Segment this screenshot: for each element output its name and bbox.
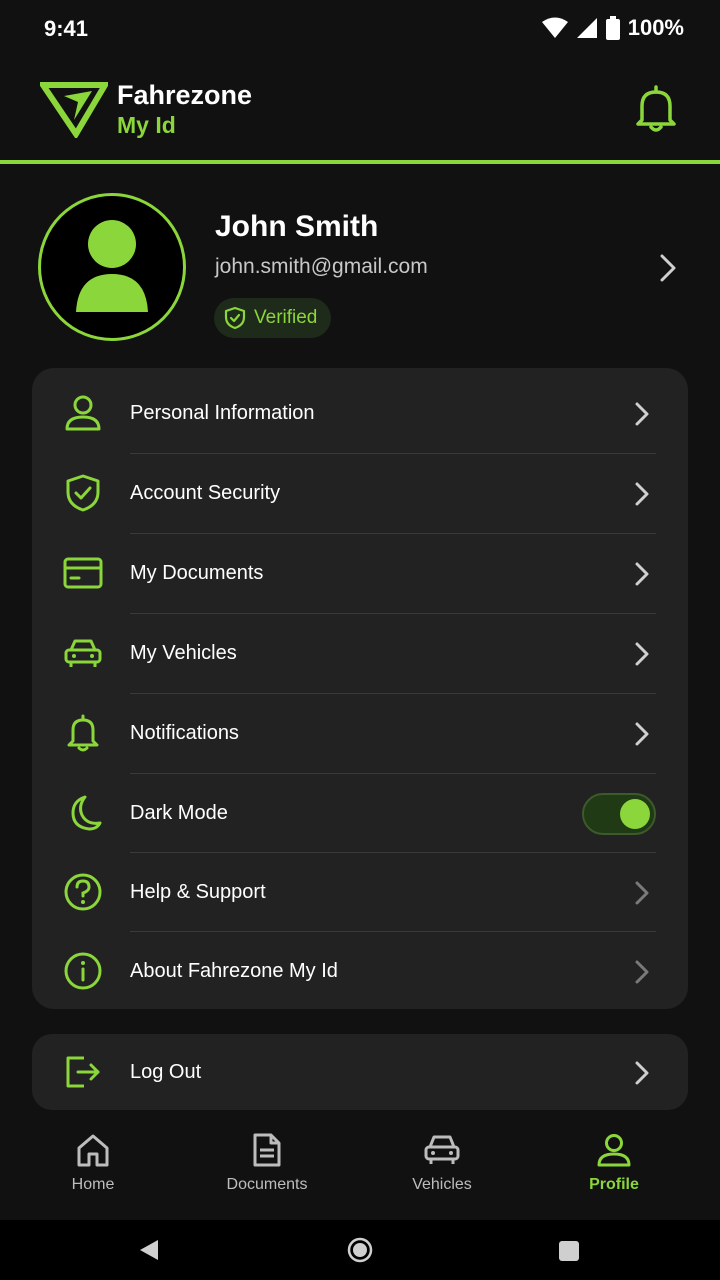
- profile-name: John Smith: [215, 210, 379, 243]
- user-icon: [597, 1134, 631, 1167]
- info-icon: [64, 952, 102, 990]
- user-icon: [65, 395, 101, 431]
- menu-item-label: Help & Support: [130, 881, 266, 903]
- status-indicators: 100%: [541, 14, 684, 42]
- user-avatar-icon: [76, 220, 148, 312]
- nav-home[interactable]: Home: [23, 1132, 163, 1212]
- recent-apps-icon[interactable]: [558, 1240, 580, 1262]
- system-navigation-bar: [0, 1220, 720, 1280]
- avatar[interactable]: [38, 193, 186, 341]
- chevron-right-icon: [635, 881, 649, 905]
- chevron-right-icon: [635, 482, 649, 506]
- chevron-right-icon: [635, 402, 649, 426]
- nav-profile[interactable]: Profile: [544, 1132, 684, 1212]
- menu-item-label: My Vehicles: [130, 642, 237, 664]
- nav-documents[interactable]: Documents: [197, 1132, 337, 1212]
- bottom-navigation: Home Documents Vehicles Profile: [0, 1120, 720, 1220]
- menu-item-dark-mode: Dark Mode: [32, 773, 688, 853]
- back-icon[interactable]: [138, 1238, 160, 1262]
- settings-menu: Personal Information Account Security My…: [32, 368, 688, 1009]
- card-icon: [63, 557, 103, 589]
- menu-item-account-security[interactable]: Account Security: [32, 453, 688, 533]
- app-header: Fahrezone My Id: [0, 56, 720, 162]
- battery-percent: 100%: [627, 15, 684, 40]
- chevron-right-icon: [635, 642, 649, 666]
- brand-title: Fahrezone: [117, 80, 253, 110]
- menu-item-label: Personal Information: [130, 402, 315, 424]
- chevron-right-icon[interactable]: [654, 252, 682, 284]
- header-divider: [0, 160, 720, 164]
- menu-item-personal-information[interactable]: Personal Information: [32, 373, 688, 453]
- car-icon: [64, 639, 102, 667]
- nav-vehicles[interactable]: Vehicles: [372, 1132, 512, 1212]
- brand-subtitle: My Id: [117, 112, 176, 138]
- chevron-right-icon: [635, 562, 649, 586]
- menu-item-notifications[interactable]: Notifications: [32, 693, 688, 773]
- document-icon: [253, 1133, 281, 1167]
- menu-item-my-vehicles[interactable]: My Vehicles: [32, 613, 688, 693]
- chevron-right-icon: [635, 1061, 649, 1085]
- menu-item-label: Notifications: [130, 722, 239, 744]
- menu-item-label: My Documents: [130, 562, 264, 584]
- nav-label: Home: [71, 1176, 115, 1193]
- profile-screen: 9:41 100% Fahrezone My Id John Smith joh…: [0, 0, 720, 1280]
- menu-item-help-support[interactable]: Help & Support: [32, 852, 688, 932]
- car-icon: [424, 1135, 460, 1164]
- bell-icon[interactable]: [630, 82, 682, 134]
- menu-item-label: About Fahrezone My Id: [130, 960, 338, 982]
- status-bar: 9:41 100%: [0, 0, 720, 56]
- moon-icon: [71, 795, 102, 831]
- verified-badge: Verified: [214, 298, 332, 338]
- menu-item-about[interactable]: About Fahrezone My Id: [32, 931, 688, 1011]
- shield-check-icon: [224, 306, 246, 330]
- menu-item-label: Account Security: [130, 482, 281, 504]
- dark-mode-toggle[interactable]: [582, 793, 656, 835]
- shield-check-icon: [66, 474, 100, 512]
- logout-label: Log Out: [130, 1061, 202, 1083]
- fahrezone-logo-icon: [40, 82, 108, 138]
- help-icon: [64, 873, 102, 911]
- home-icon: [77, 1134, 109, 1167]
- verified-label: Verified: [254, 307, 318, 328]
- nav-label: Vehicles: [412, 1176, 472, 1193]
- nav-label: Profile: [589, 1176, 639, 1193]
- status-time: 9:41: [44, 16, 89, 41]
- wifi-icon: [541, 17, 568, 38]
- menu-item-label: Dark Mode: [130, 802, 228, 824]
- home-circle-icon[interactable]: [347, 1237, 373, 1263]
- toggle-knob: [620, 799, 650, 829]
- chevron-right-icon: [635, 960, 649, 984]
- logout-button[interactable]: Log Out: [32, 1034, 688, 1110]
- nav-label: Documents: [226, 1176, 308, 1193]
- chevron-right-icon: [635, 722, 649, 746]
- battery-icon: [605, 16, 620, 40]
- logout-icon: [66, 1056, 100, 1088]
- bell-icon: [67, 714, 99, 752]
- profile-email: john.smith@gmail.com: [215, 255, 428, 278]
- signal-icon: [576, 18, 597, 38]
- menu-item-my-documents[interactable]: My Documents: [32, 533, 688, 613]
